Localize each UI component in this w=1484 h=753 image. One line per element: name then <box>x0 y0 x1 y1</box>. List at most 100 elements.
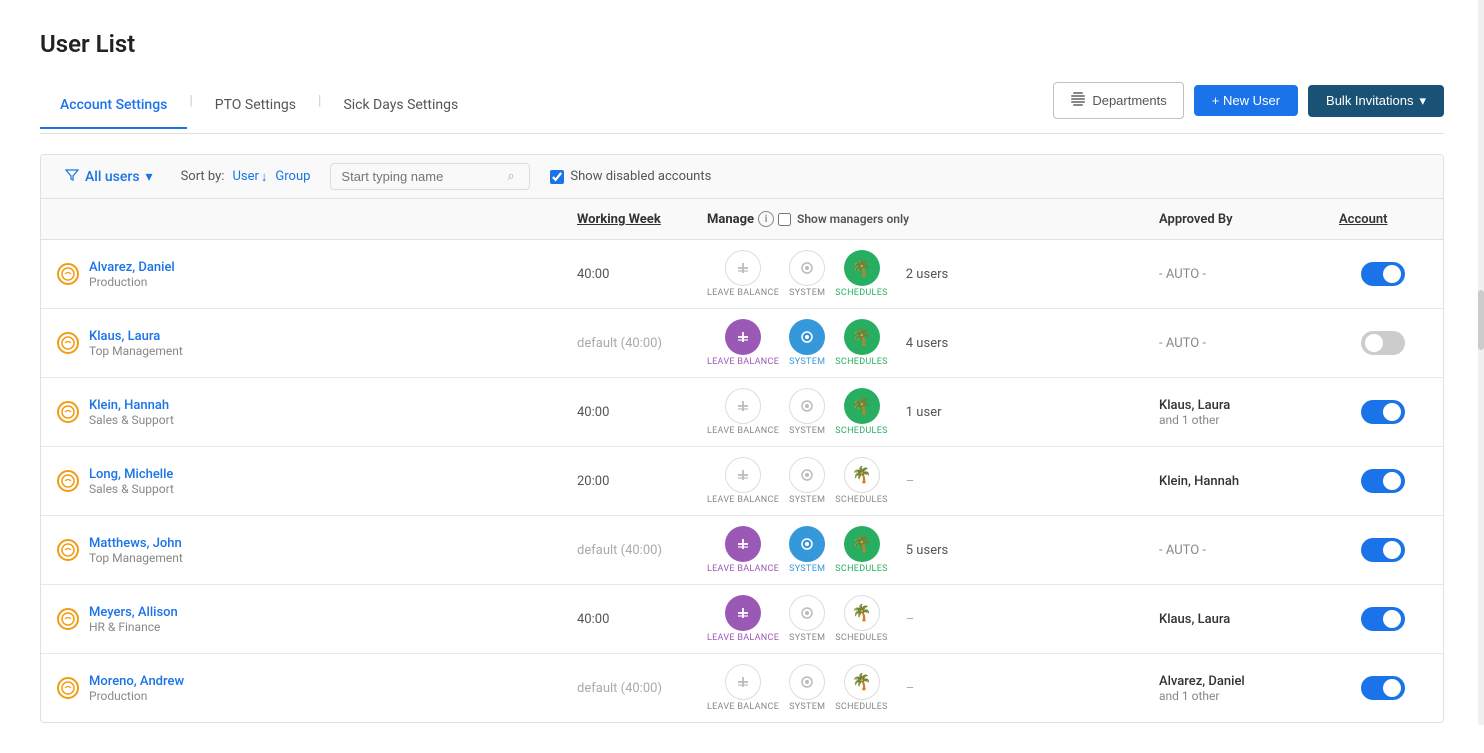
system-icon[interactable]: SYSTEM <box>789 250 825 298</box>
schedules-label: SCHEDULES <box>835 288 888 298</box>
system-btn[interactable] <box>789 250 825 286</box>
user-status-icon <box>57 608 79 630</box>
table-row: Meyers, Allison HR & Finance 40:00 LEAVE… <box>41 585 1443 654</box>
leave-balance-btn[interactable] <box>725 526 761 562</box>
approved-by-cell: Klaus, Laura <box>1143 598 1323 641</box>
leave-balance-icon[interactable]: LEAVE BALANCE <box>707 388 779 436</box>
schedules-btn[interactable]: 🌴 <box>844 319 880 355</box>
schedules-icon[interactable]: 🌴 SCHEDULES <box>835 250 888 298</box>
schedules-icon[interactable]: 🌴 SCHEDULES <box>835 595 888 643</box>
scrollbar-thumb[interactable] <box>1478 290 1484 350</box>
manage-users-count: 2 users <box>906 267 948 282</box>
table-row: Alvarez, Daniel Production 40:00 LEAVE B… <box>41 240 1443 309</box>
system-btn[interactable] <box>789 595 825 631</box>
search-input-container: ⌕ <box>330 163 530 190</box>
approved-by-cell: Alvarez, Danieland 1 other <box>1143 660 1323 717</box>
schedules-icon[interactable]: 🌴 SCHEDULES <box>835 526 888 574</box>
user-status-icon <box>57 470 79 492</box>
account-toggle[interactable] <box>1361 538 1405 562</box>
schedules-icon[interactable]: 🌴 SCHEDULES <box>835 457 888 505</box>
leave-balance-icon[interactable]: LEAVE BALANCE <box>707 250 779 298</box>
bulk-invitations-button[interactable]: Bulk Invitations ▾ <box>1308 85 1444 117</box>
schedules-icon[interactable]: 🌴 SCHEDULES <box>835 319 888 367</box>
system-icon[interactable]: SYSTEM <box>789 457 825 505</box>
sort-section: Sort by: User ↓ Group <box>181 169 311 185</box>
new-user-button[interactable]: + New User <box>1194 85 1298 116</box>
user-name[interactable]: Klaus, Laura <box>89 329 183 344</box>
schedules-btn[interactable]: 🌴 <box>844 526 880 562</box>
tab-pto-settings[interactable]: PTO Settings <box>195 87 316 129</box>
system-btn[interactable] <box>789 388 825 424</box>
account-toggle[interactable] <box>1361 331 1405 355</box>
schedules-btn[interactable]: 🌴 <box>844 250 880 286</box>
user-cell: Meyers, Allison HR & Finance <box>41 591 561 648</box>
leave-balance-label: LEAVE BALANCE <box>707 633 779 643</box>
system-btn[interactable] <box>789 526 825 562</box>
leave-balance-icon[interactable]: LEAVE BALANCE <box>707 595 779 643</box>
system-icon[interactable]: SYSTEM <box>789 664 825 712</box>
system-icon[interactable]: SYSTEM <box>789 319 825 367</box>
tab-account-settings[interactable]: Account Settings <box>40 87 187 129</box>
system-btn[interactable] <box>789 319 825 355</box>
departments-button[interactable]: Departments <box>1053 82 1183 119</box>
account-toggle[interactable] <box>1361 262 1405 286</box>
manage-users-count: 4 users <box>906 336 948 351</box>
show-managers-checkbox[interactable] <box>778 213 791 226</box>
schedules-btn[interactable]: 🌴 <box>844 388 880 424</box>
bulk-invitations-label: Bulk Invitations <box>1326 93 1413 108</box>
filter-row: All users ▾ Sort by: User ↓ Group ⌕ <box>41 155 1443 199</box>
leave-balance-btn[interactable] <box>725 457 761 493</box>
account-toggle[interactable] <box>1361 469 1405 493</box>
working-week-cell: 40:00 <box>561 391 691 434</box>
user-name[interactable]: Matthews, John <box>89 536 183 551</box>
schedules-btn[interactable]: 🌴 <box>844 457 880 493</box>
tabs: Account Settings | PTO Settings | Sick D… <box>40 87 478 129</box>
header-row: Account Settings | PTO Settings | Sick D… <box>40 82 1444 134</box>
show-disabled-checkbox[interactable] <box>550 170 564 184</box>
search-input[interactable] <box>341 169 501 184</box>
sort-group-button[interactable]: Group <box>275 169 310 184</box>
sort-user-button[interactable]: User ↓ <box>232 169 267 185</box>
user-name[interactable]: Meyers, Allison <box>89 605 178 620</box>
schedules-btn[interactable]: 🌴 <box>844 664 880 700</box>
tab-sick-days-settings[interactable]: Sick Days Settings <box>323 87 478 129</box>
system-icon[interactable]: SYSTEM <box>789 595 825 643</box>
working-week-cell: default (40:00) <box>561 529 691 572</box>
manage-users-count: 5 users <box>906 543 948 558</box>
system-icon[interactable]: SYSTEM <box>789 526 825 574</box>
working-week-cell: default (40:00) <box>561 667 691 710</box>
schedules-label: SCHEDULES <box>835 564 888 574</box>
leave-balance-icon[interactable]: LEAVE BALANCE <box>707 526 779 574</box>
user-name[interactable]: Moreno, Andrew <box>89 674 184 689</box>
leave-balance-btn[interactable] <box>725 388 761 424</box>
system-btn[interactable] <box>789 457 825 493</box>
account-toggle[interactable] <box>1361 607 1405 631</box>
show-disabled-label[interactable]: Show disabled accounts <box>550 169 711 184</box>
leave-balance-btn[interactable] <box>725 250 761 286</box>
account-toggle[interactable] <box>1361 400 1405 424</box>
scrollbar[interactable] <box>1478 0 1484 725</box>
leave-balance-icon[interactable]: LEAVE BALANCE <box>707 664 779 712</box>
system-btn[interactable] <box>789 664 825 700</box>
system-icon[interactable]: SYSTEM <box>789 388 825 436</box>
schedules-icon[interactable]: 🌴 SCHEDULES <box>835 664 888 712</box>
leave-balance-btn[interactable] <box>725 664 761 700</box>
schedules-btn[interactable]: 🌴 <box>844 595 880 631</box>
schedules-icon[interactable]: 🌴 SCHEDULES <box>835 388 888 436</box>
user-info: Alvarez, Daniel Production <box>89 260 175 289</box>
approved-by-cell: - AUTO - <box>1143 253 1323 296</box>
leave-balance-btn[interactable] <box>725 319 761 355</box>
account-toggle[interactable] <box>1361 676 1405 700</box>
leave-balance-btn[interactable] <box>725 595 761 631</box>
user-status-icon <box>57 263 79 285</box>
user-name[interactable]: Alvarez, Daniel <box>89 260 175 275</box>
show-managers-label: Show managers only <box>797 212 909 226</box>
all-users-filter[interactable]: All users ▾ <box>57 164 161 190</box>
all-users-chevron-icon: ▾ <box>146 169 153 185</box>
tab-divider-1: | <box>187 93 194 109</box>
user-name[interactable]: Long, Michelle <box>89 467 174 482</box>
leave-balance-icon[interactable]: LEAVE BALANCE <box>707 457 779 505</box>
leave-balance-icon[interactable]: LEAVE BALANCE <box>707 319 779 367</box>
manage-info-icon[interactable]: i <box>758 211 774 227</box>
user-name[interactable]: Klein, Hannah <box>89 398 174 413</box>
